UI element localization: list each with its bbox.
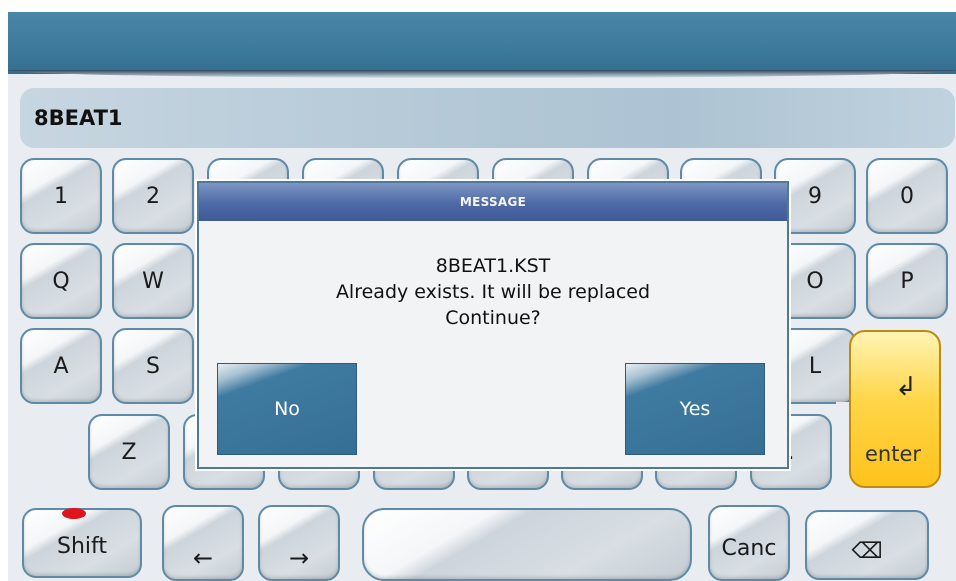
dialog-title: MESSAGE	[199, 183, 787, 221]
canc-label: Canc	[721, 535, 777, 561]
shift-label: Shift	[56, 533, 107, 559]
key-2[interactable]: 2	[112, 158, 194, 234]
canc-key[interactable]: Canc	[708, 505, 790, 581]
key-z[interactable]: Z	[88, 414, 170, 490]
space-key[interactable]	[362, 508, 692, 581]
cursor-left-key[interactable]: ←	[162, 505, 244, 581]
key-1[interactable]: 1	[20, 158, 102, 234]
key-q[interactable]: Q	[20, 243, 102, 319]
cursor-right-key[interactable]: →	[258, 505, 340, 581]
header-divider	[8, 70, 956, 78]
yes-button[interactable]: Yes	[625, 363, 765, 455]
backspace-key[interactable]: ⌫	[805, 510, 929, 580]
shift-key[interactable]: Shift	[22, 508, 142, 578]
name-input[interactable]: 8BEAT1	[20, 88, 955, 148]
backspace-icon: ⌫	[851, 538, 883, 564]
enter-arrow-icon: ↲	[895, 372, 917, 402]
dialog-filename: 8BEAT1.KST	[435, 255, 551, 277]
message-dialog: MESSAGE 8BEAT1.KST Already exists. It wi…	[197, 181, 789, 469]
header-bar	[8, 12, 956, 74]
shift-indicator	[62, 508, 86, 519]
enter-label: enter	[865, 442, 922, 466]
dialog-question: Continue?	[445, 307, 541, 329]
key-w[interactable]: W	[112, 243, 194, 319]
dialog-message: Already exists. It will be replaced	[335, 281, 651, 303]
no-button[interactable]: No	[217, 363, 357, 455]
key-0[interactable]: 0	[866, 158, 948, 234]
arrow-right-icon: →	[288, 544, 310, 572]
key-a[interactable]: A	[20, 328, 102, 404]
name-input-value: 8BEAT1	[34, 106, 123, 130]
key-s[interactable]: S	[112, 328, 194, 404]
arrow-left-icon: ←	[192, 544, 214, 572]
enter-key[interactable]: ↲ enter	[849, 330, 941, 488]
key-p[interactable]: P	[866, 243, 948, 319]
